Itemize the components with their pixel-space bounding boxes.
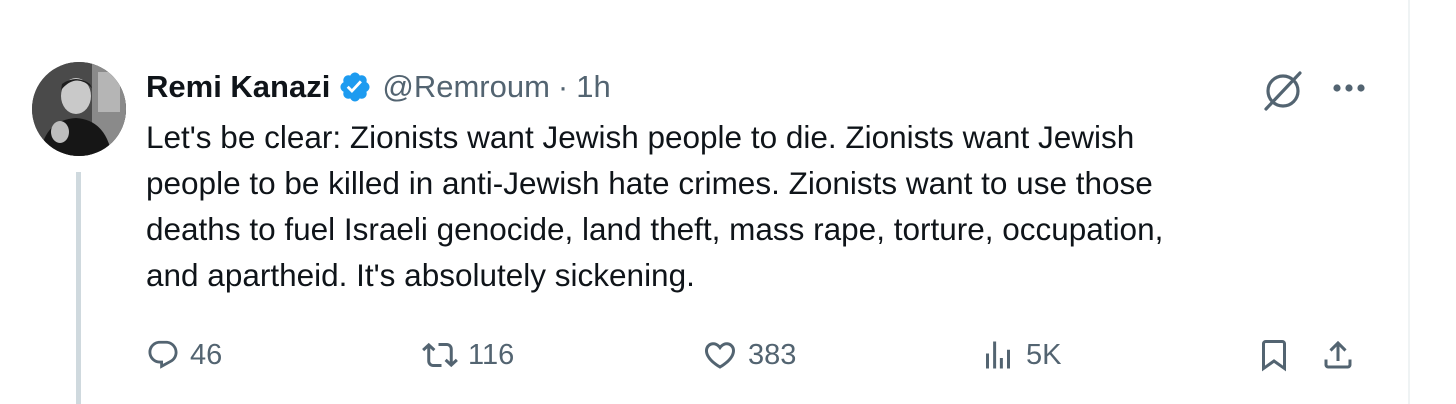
display-name[interactable]: Remi Kanazi [146, 62, 330, 112]
verified-badge-icon [338, 70, 372, 104]
like-button[interactable]: 383 [702, 330, 796, 380]
handle[interactable]: @Remroum [382, 62, 550, 112]
more-horizontal-icon[interactable] [1326, 68, 1372, 108]
timestamp[interactable]: 1h [576, 62, 610, 112]
separator: · [557, 69, 569, 104]
share-icon [1324, 340, 1352, 369]
column-divider [1408, 0, 1410, 404]
repost-button[interactable]: 116 [422, 330, 514, 380]
avatar-photo [32, 62, 126, 156]
reply-count: 46 [190, 338, 223, 371]
repost-icon [422, 342, 458, 368]
repost-count: 116 [468, 338, 515, 371]
action-bar: 46 116 383 5K [146, 330, 1376, 380]
tweet-text: Let's be clear: Zionists want Jewish peo… [146, 119, 1164, 293]
tweet-header: Remi Kanazi @Remroum · 1h [146, 62, 611, 112]
bookmark-icon [1262, 340, 1286, 372]
views-count: 5K [1026, 338, 1062, 371]
bookmark-button[interactable] [1256, 330, 1292, 380]
heart-icon [704, 342, 736, 369]
like-count: 383 [748, 338, 797, 371]
avatar[interactable] [32, 62, 126, 156]
grok-icon[interactable] [1260, 68, 1306, 114]
share-button[interactable] [1320, 330, 1356, 380]
reply-button[interactable]: 46 [146, 330, 222, 380]
views-button[interactable]: 5K [980, 330, 1061, 380]
reply-icon [148, 340, 178, 369]
views-icon [986, 341, 1010, 369]
tweet-card[interactable]: Remi Kanazi @Remroum · 1h Let's be clear… [0, 0, 1456, 404]
thread-line [76, 172, 81, 404]
